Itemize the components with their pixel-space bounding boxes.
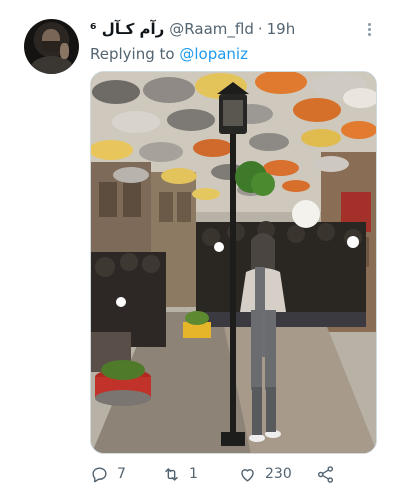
replying-to-line: Replying to @lopaniz [90,45,248,63]
share-icon [317,465,334,483]
reply-button[interactable]: 7 [90,462,126,486]
avatar-beard [42,41,60,52]
retweet-icon [165,467,178,481]
more-options-icon[interactable] [360,20,378,38]
reply-mention-link[interactable]: @lopaniz [179,45,248,63]
replying-to-label: Replying to [90,45,175,63]
share-button[interactable] [316,462,335,486]
author-handle[interactable]: @Raam_fld [169,20,254,38]
avatar[interactable] [24,19,79,74]
tweet-actions: 7 1 230 [90,462,380,486]
heart-icon [241,468,254,482]
tweet[interactable]: رآم کـآل ⁶ @Raam_fld · 19h Replying to @… [0,0,400,496]
like-button[interactable]: 230 [238,462,292,486]
reply-icon [92,466,107,482]
retweet-button[interactable]: 1 [162,462,198,486]
avatar-hand [60,43,69,59]
header-separator: · [257,20,263,38]
tweet-header: رآم کـآل ⁶ @Raam_fld · 19h [90,18,295,40]
tweet-photo[interactable] [90,71,377,454]
reply-count: 7 [117,466,126,482]
author-display-name[interactable]: رآم کـآل ⁶ [90,20,164,38]
photo-illustration [91,72,376,453]
avatar-shirt [30,56,74,74]
like-count: 230 [265,466,292,482]
tweet-timestamp[interactable]: 19h [267,20,296,38]
retweet-count: 1 [189,466,198,482]
